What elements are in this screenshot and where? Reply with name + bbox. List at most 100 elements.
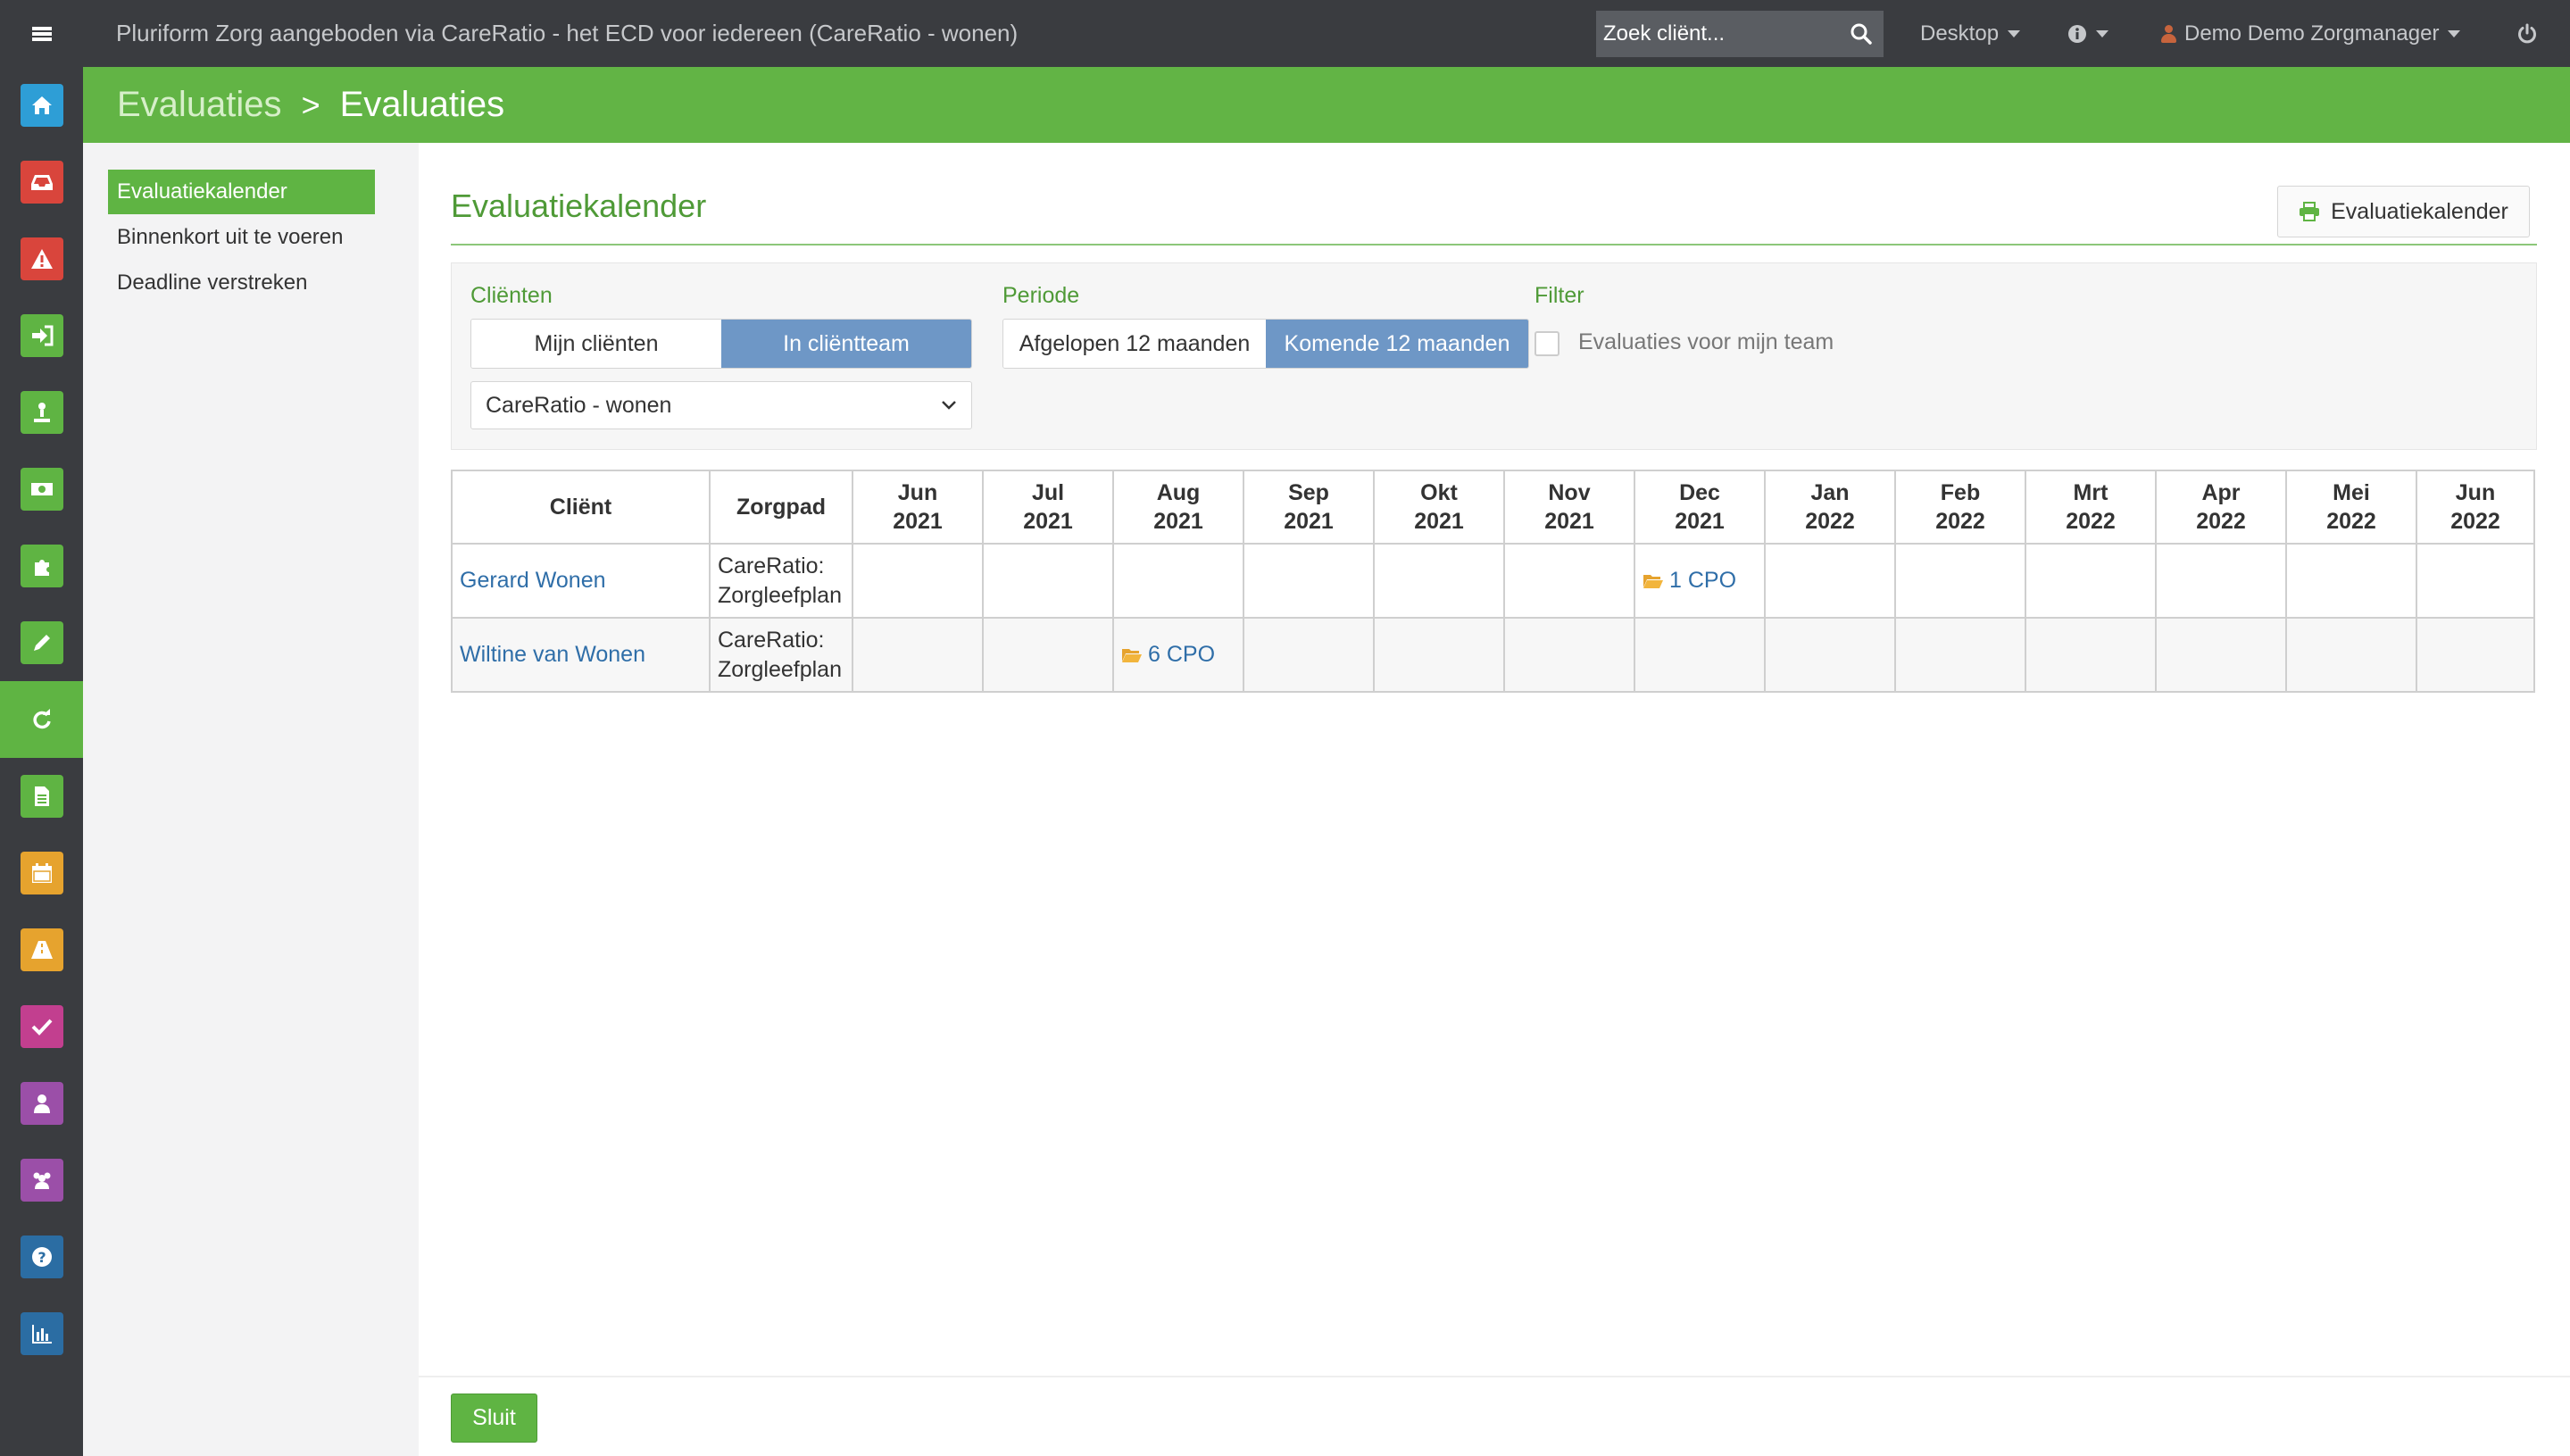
search-icon[interactable] <box>1850 22 1873 46</box>
module-sign-in[interactable] <box>0 297 83 374</box>
month-cell <box>2155 617 2287 693</box>
page-header: Evaluaties > Evaluaties <box>83 67 2570 143</box>
print-calendar-button[interactable]: Evaluatiekalender <box>2277 186 2530 237</box>
month-label: Apr <box>2201 480 2241 505</box>
module-edit[interactable] <box>0 604 83 681</box>
close-button[interactable]: Sluit <box>451 1394 537 1443</box>
top-bar: Pluriform Zorg aangeboden via CareRatio … <box>0 0 2570 67</box>
logout-button[interactable] <box>2516 0 2538 67</box>
year-label: 2021 <box>1153 509 1203 534</box>
month-cell <box>1634 617 1766 693</box>
column-header-month: Feb 2022 <box>1894 470 2026 545</box>
month-cell <box>852 617 984 693</box>
module-documents[interactable] <box>0 758 83 835</box>
module-road[interactable] <box>0 911 83 988</box>
client-link[interactable]: Gerard Wonen <box>451 543 711 619</box>
toggle-afgelopen-12[interactable]: Afgelopen 12 maanden <box>1003 320 1266 368</box>
location-select[interactable]: CareRatio - wonen <box>470 381 972 429</box>
clients-toggle: Mijn cliënten In cliëntteam <box>470 319 972 369</box>
puzzle-icon <box>20 545 63 587</box>
print-calendar-label: Evaluatiekalender <box>2331 198 2508 224</box>
column-header-month: Mei 2022 <box>2285 470 2417 545</box>
module-person[interactable] <box>0 1065 83 1142</box>
month-cell <box>2285 617 2417 693</box>
year-label: 2021 <box>1023 509 1073 534</box>
toggle-mijn-clienten[interactable]: Mijn cliënten <box>471 320 721 368</box>
pencil-icon <box>20 621 63 664</box>
module-inbox[interactable] <box>0 144 83 220</box>
year-label: 2022 <box>1805 509 1855 534</box>
power-icon <box>2518 23 2536 43</box>
column-header-month: Aug 2021 <box>1112 470 1244 545</box>
table-header-row: Cliënt Zorgpad Jun 2021 Jul 2021 Aug 2021 S… <box>451 470 2535 545</box>
module-warnings[interactable] <box>0 220 83 297</box>
module-team[interactable] <box>0 1142 83 1219</box>
column-header-month: Jan 2022 <box>1764 470 1896 545</box>
year-label: 2021 <box>1675 509 1725 534</box>
desktop-menu-label: Desktop <box>1920 21 2000 46</box>
month-label: Mrt <box>2073 480 2108 505</box>
chevron-down-icon <box>2448 29 2461 37</box>
care-path-line: CareRatio: <box>718 553 825 578</box>
evaluation-link-label: 1 CPO <box>1669 568 1737 593</box>
team-evaluations-label[interactable]: Evaluaties voor mijn team <box>1578 329 1834 355</box>
nav-item-deadline-verstreken[interactable]: Deadline verstreken <box>108 261 375 305</box>
module-puzzle[interactable] <box>0 528 83 604</box>
chevron-down-icon <box>2096 29 2108 37</box>
column-header-month: Okt 2021 <box>1373 470 1505 545</box>
bar-chart-icon <box>20 1312 63 1355</box>
month-cell <box>1503 543 1635 619</box>
module-home[interactable] <box>0 67 83 144</box>
toggle-in-clientteam[interactable]: In cliëntteam <box>721 320 971 368</box>
desktop-menu[interactable]: Desktop <box>1920 0 2021 67</box>
module-user-upload[interactable] <box>0 374 83 451</box>
month-label: Okt <box>1420 480 1458 505</box>
toggle-komende-12[interactable]: Komende 12 maanden <box>1266 320 1528 368</box>
module-help[interactable]: ? <box>0 1219 83 1295</box>
breadcrumb-root[interactable]: Evaluaties <box>117 85 282 125</box>
year-label: 2021 <box>893 509 943 534</box>
evaluation-link[interactable]: 6 CPO <box>1112 617 1244 693</box>
nav-item-evaluatiekalender[interactable]: Evaluatiekalender <box>108 170 375 214</box>
clients-filter-label: Cliënten <box>470 283 553 308</box>
location-select-value: CareRatio - wonen <box>486 393 672 418</box>
column-header-month: Jul 2021 <box>982 470 1114 545</box>
column-header-month: Apr 2022 <box>2155 470 2287 545</box>
module-tasks[interactable] <box>0 988 83 1065</box>
year-label: 2022 <box>2450 509 2500 534</box>
month-cell <box>2155 543 2287 619</box>
module-evaluations[interactable] <box>0 681 83 758</box>
care-path-cell: CareRatio: Zorgleefplan <box>709 543 853 619</box>
month-label: Jul <box>1031 480 1065 505</box>
month-cell <box>1764 543 1896 619</box>
care-path-line: Zorgleefplan <box>718 656 842 682</box>
year-label: 2022 <box>2326 509 2376 534</box>
client-search[interactable] <box>1596 11 1884 57</box>
nav-item-binnenkort[interactable]: Binnenkort uit te voeren <box>108 215 375 260</box>
team-evaluations-checkbox[interactable] <box>1535 331 1559 356</box>
month-cell <box>982 543 1114 619</box>
month-label: Nov <box>1548 480 1591 505</box>
module-calendar[interactable] <box>0 835 83 911</box>
column-header-client: Cliënt <box>451 470 711 545</box>
menu-toggle-icon[interactable] <box>0 0 83 67</box>
care-path-line: CareRatio: <box>718 627 825 653</box>
evaluation-link-label: 6 CPO <box>1148 642 1216 667</box>
module-finance[interactable] <box>0 451 83 528</box>
month-label: Feb <box>1940 480 1981 505</box>
group-icon <box>20 1159 63 1202</box>
evaluation-link[interactable]: 1 CPO <box>1634 543 1766 619</box>
client-link[interactable]: Wiltine van Wonen <box>451 617 711 693</box>
app-title: Pluriform Zorg aangeboden via CareRatio … <box>116 20 1019 46</box>
footer-divider <box>419 1376 2570 1377</box>
month-cell <box>1764 617 1896 693</box>
user-icon <box>2161 24 2176 43</box>
client-search-input[interactable] <box>1603 21 1844 46</box>
period-filter-label: Periode <box>1002 283 1080 308</box>
folder-open-icon <box>1643 575 1663 588</box>
info-menu[interactable] <box>2067 0 2108 67</box>
module-reports[interactable] <box>0 1295 83 1372</box>
month-cell <box>1894 617 2026 693</box>
user-menu[interactable]: Demo Demo Zorgmanager <box>2161 0 2461 67</box>
column-header-month: Mrt 2022 <box>2025 470 2157 545</box>
